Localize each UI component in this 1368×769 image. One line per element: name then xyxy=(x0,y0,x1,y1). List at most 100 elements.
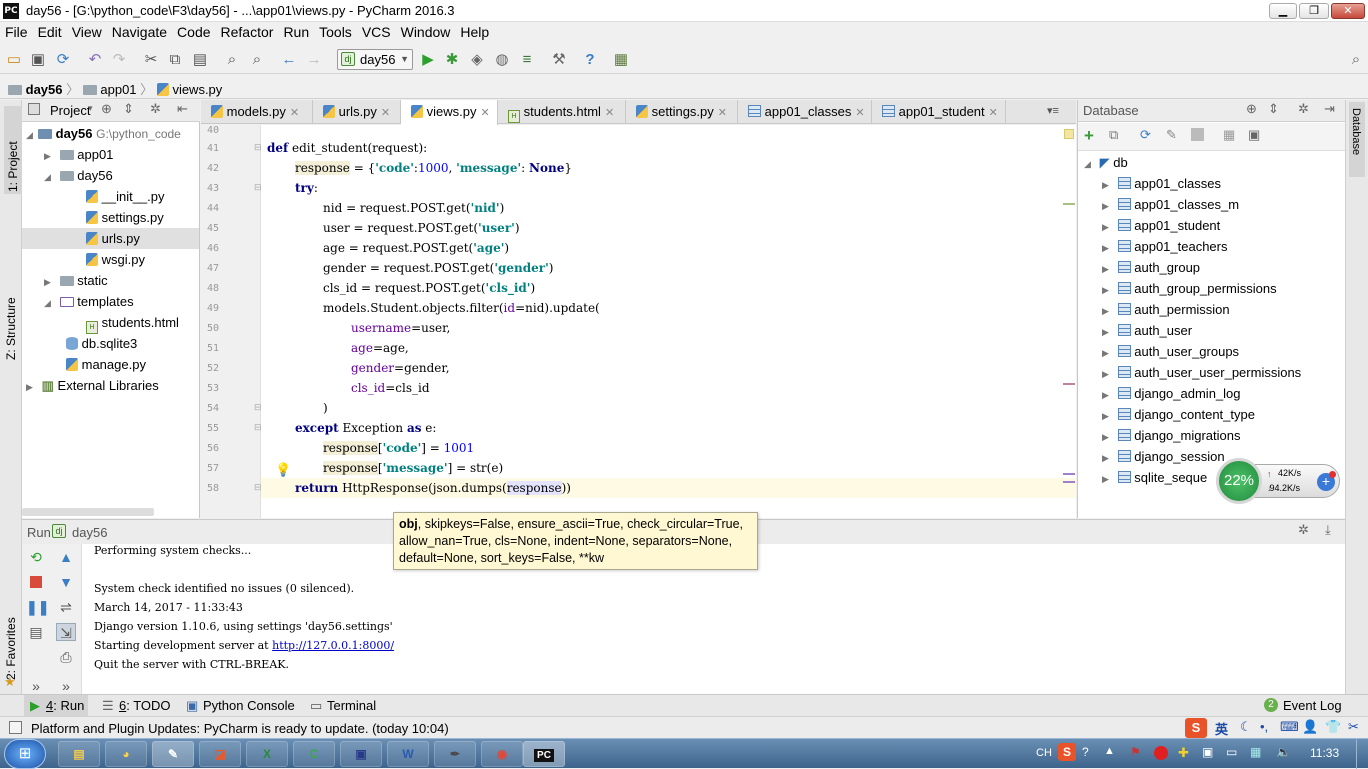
fold-marker-icon[interactable]: ⊟ xyxy=(254,182,262,193)
settings-wrench-icon[interactable]: ⚒ xyxy=(549,50,569,70)
close-window-button[interactable]: ✕ xyxy=(1331,3,1365,19)
gear-icon[interactable]: ✲ xyxy=(1298,522,1309,538)
tree-node[interactable]: ◢ day56 xyxy=(44,165,113,186)
forward-icon[interactable]: → xyxy=(304,50,324,70)
db-table-item[interactable]: ▶ app01_classes_m xyxy=(1102,194,1239,215)
help-icon[interactable]: ? xyxy=(580,50,600,70)
taskbar-chrome[interactable]: ◉ xyxy=(481,741,523,767)
close-tab-icon[interactable]: ✕ xyxy=(989,107,998,119)
close-tab-icon[interactable]: ✕ xyxy=(480,107,489,119)
menu-run[interactable]: Run xyxy=(278,22,314,40)
network-monitor-widget[interactable]: 22% ↑ ↓ 42K/s 94.2K/s + xyxy=(1216,456,1341,504)
tab-models-py[interactable]: models.py ✕ xyxy=(201,100,313,124)
tab-database[interactable]: Database xyxy=(1349,102,1365,177)
taskbar-paint[interactable]: ◕ xyxy=(105,741,147,767)
close-tab-icon[interactable]: ✕ xyxy=(605,107,614,119)
edit-icon[interactable]: ✎ xyxy=(1166,127,1177,143)
fold-marker-icon[interactable]: ⊟ xyxy=(254,422,262,433)
menu-code[interactable]: Code xyxy=(172,22,215,40)
db-table-item[interactable]: ▶ auth_user_groups xyxy=(1102,341,1239,362)
collapse-all-icon[interactable]: ⇕ xyxy=(123,101,134,117)
cut-icon[interactable]: ✂ xyxy=(141,50,161,70)
tab-favorites[interactable]: 2: Favorites xyxy=(4,600,18,680)
tools-icon[interactable]: ✂ xyxy=(1348,719,1359,735)
tree-node[interactable]: manage.py xyxy=(66,354,146,375)
horizontal-scrollbar[interactable] xyxy=(22,508,154,516)
scroll-down-icon[interactable]: ▼ xyxy=(56,573,76,591)
taskbar-excel[interactable]: X xyxy=(246,741,288,767)
taskbar-pen-app[interactable]: ✒ xyxy=(434,741,476,767)
tray-record-icon[interactable] xyxy=(1154,746,1168,760)
taskbar-word[interactable]: W xyxy=(387,741,429,767)
tray-360-icon[interactable]: ✚ xyxy=(1178,745,1189,761)
chevron-down-icon[interactable]: ▾ xyxy=(88,103,93,114)
pause-icon[interactable]: ❚❚ xyxy=(26,598,49,616)
taskbar-explorer[interactable]: ▤ xyxy=(58,741,100,767)
db-table-item[interactable]: ▶ app01_student xyxy=(1102,215,1220,236)
tray-flag-icon[interactable]: ⚑ xyxy=(1130,745,1141,759)
shirt-icon[interactable]: 👕 xyxy=(1325,719,1341,735)
open-folder-icon[interactable]: ▭ xyxy=(4,50,24,70)
ime-mode[interactable]: 英 xyxy=(1215,719,1228,738)
db-table-item[interactable]: ▶ auth_user xyxy=(1102,320,1192,341)
menu-window[interactable]: Window xyxy=(396,22,456,40)
menu-file[interactable]: File xyxy=(0,22,33,40)
tab-structure[interactable]: Z: Structure xyxy=(4,270,18,360)
error-stripe-marker[interactable] xyxy=(1063,383,1075,385)
tree-root[interactable]: ◢ day56 G:\python_code xyxy=(26,123,181,144)
add-icon[interactable]: + xyxy=(1084,126,1094,146)
tool-windows-icon[interactable] xyxy=(9,721,22,734)
search-everywhere-icon[interactable]: ⌕ xyxy=(1346,50,1366,70)
concurrency-icon[interactable]: ≡ xyxy=(517,50,537,70)
project-panel-title[interactable]: Project xyxy=(50,103,90,118)
tab-app01-student[interactable]: app01_student ✕ xyxy=(872,100,1006,124)
db-table-item[interactable]: ▶ auth_user_user_permissions xyxy=(1102,362,1301,383)
keyboard-icon[interactable]: ⌨ xyxy=(1280,719,1299,735)
error-stripe-marker[interactable] xyxy=(1063,481,1075,483)
copy-icon[interactable]: ⧉ xyxy=(165,50,185,70)
close-tab-icon[interactable]: ✕ xyxy=(855,107,864,119)
db-table-item[interactable]: ▶ auth_group_permissions xyxy=(1102,278,1277,299)
tab-urls-py[interactable]: urls.py ✕ xyxy=(313,100,401,124)
tray-display-icon[interactable]: ▣ xyxy=(1202,745,1213,759)
tree-node[interactable]: __init__.py xyxy=(86,186,165,207)
run-config-name[interactable]: day56 xyxy=(72,525,107,540)
tab-app01-classes[interactable]: app01_classes ✕ xyxy=(738,100,872,124)
stop-icon[interactable] xyxy=(26,573,46,591)
tab-python-console[interactable]: ▣ Python Console xyxy=(184,695,295,717)
sogou-ime-icon[interactable]: S xyxy=(1185,718,1207,738)
tree-node[interactable]: db.sqlite3 xyxy=(66,333,137,354)
scroll-from-source-icon[interactable]: ⊕ xyxy=(1246,101,1257,117)
tree-node[interactable]: ▶ ▥ External Libraries xyxy=(26,375,159,396)
menu-view[interactable]: View xyxy=(67,22,107,40)
save-icon[interactable]: ▣ xyxy=(28,50,48,70)
tree-node[interactable]: H students.html xyxy=(86,312,179,334)
properties-icon[interactable]: ⧉ xyxy=(1109,127,1118,143)
tab-event-log[interactable]: 2 Event Log xyxy=(1262,695,1342,717)
menu-vcs[interactable]: VCS xyxy=(357,22,396,40)
tree-node-selected[interactable]: urls.py xyxy=(22,228,199,249)
more-icon[interactable]: » xyxy=(26,677,46,695)
taskbar-office[interactable]: ◪ xyxy=(199,741,241,767)
scroll-to-end-icon[interactable]: ⇲ xyxy=(56,623,76,641)
run-icon[interactable]: ▶ xyxy=(418,50,438,70)
stop-icon[interactable] xyxy=(1191,128,1204,141)
user-icon[interactable]: 👤 xyxy=(1302,719,1318,735)
start-button[interactable]: ⊞ xyxy=(4,739,46,769)
db-table-item[interactable]: ▶ app01_teachers xyxy=(1102,236,1228,257)
debug-icon[interactable]: ✱ xyxy=(442,50,462,70)
error-stripe-marker[interactable] xyxy=(1063,203,1075,205)
gear-icon[interactable]: ✲ xyxy=(1298,101,1309,117)
minimize-panel-icon[interactable]: ⤓ xyxy=(1325,522,1331,538)
tray-language[interactable]: CH xyxy=(1036,747,1052,759)
inspection-status-icon[interactable] xyxy=(1064,129,1074,139)
restore-button[interactable]: ❐ xyxy=(1299,3,1329,19)
fold-marker-icon[interactable]: ⊟ xyxy=(254,142,262,153)
undo-icon[interactable]: ↶ xyxy=(85,50,105,70)
db-table-item[interactable]: ▶ django_migrations xyxy=(1102,425,1240,446)
breadcrumb-app01[interactable]: app01 xyxy=(100,82,136,97)
db-root[interactable]: ◢ ◤ db xyxy=(1084,152,1128,173)
hide-panel-icon[interactable]: ⇥ xyxy=(1324,101,1335,117)
scroll-from-source-icon[interactable]: ⊕ xyxy=(101,101,112,117)
tree-node[interactable]: ▶ app01 xyxy=(44,144,113,165)
